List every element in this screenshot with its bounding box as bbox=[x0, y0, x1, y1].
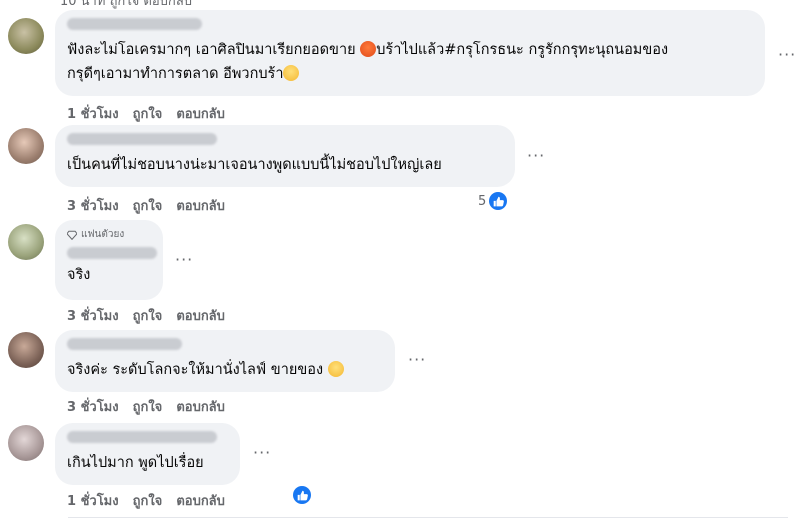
commenter-name-redacted[interactable] bbox=[67, 431, 217, 443]
comment-actions: 3 ชั่วโมง ถูกใจ ตอบกลับ bbox=[67, 396, 225, 417]
more-options-icon[interactable]: ··· bbox=[253, 443, 271, 462]
comment-bubble: เป็นคนที่ไม่ชอบนางน่ะมาเจอนางพูดแบบนี้ไม… bbox=[55, 125, 515, 187]
steam-face-emoji-icon bbox=[283, 65, 300, 81]
like-thumb-icon bbox=[293, 486, 311, 504]
like-button[interactable]: ถูกใจ bbox=[133, 305, 163, 326]
avatar[interactable] bbox=[8, 128, 44, 164]
reaction-count[interactable]: 5 bbox=[478, 192, 508, 210]
commenter-name-redacted[interactable] bbox=[67, 338, 182, 350]
avatar[interactable] bbox=[8, 18, 44, 54]
more-options-icon[interactable]: ··· bbox=[527, 146, 545, 165]
reply-button[interactable]: ตอบกลับ bbox=[176, 396, 225, 417]
timestamp[interactable]: 1 ชั่วโมง bbox=[67, 103, 119, 124]
like-button[interactable]: ถูกใจ bbox=[133, 490, 163, 511]
timestamp[interactable]: 3 ชั่วโมง bbox=[67, 195, 119, 216]
divider bbox=[68, 517, 788, 518]
avatar[interactable] bbox=[8, 332, 44, 368]
reply-button[interactable]: ตอบกลับ bbox=[176, 490, 225, 511]
more-options-icon[interactable]: ··· bbox=[778, 45, 796, 64]
comment-bubble: แฟนตัวยง จริง bbox=[55, 220, 163, 300]
commenter-name-redacted[interactable] bbox=[67, 247, 157, 259]
comment-actions: 3 ชั่วโมง ถูกใจ ตอบกลับ bbox=[67, 305, 225, 326]
reply-button[interactable]: ตอบกลับ bbox=[176, 195, 225, 216]
top-fan-badge[interactable]: แฟนตัวยง bbox=[67, 227, 151, 242]
comment-actions: 1 ชั่วโมง ถูกใจ ตอบกลับ bbox=[67, 490, 225, 511]
timestamp[interactable]: 3 ชั่วโมง bbox=[67, 396, 119, 417]
comment-text: เป็นคนที่ไม่ชอบนางน่ะมาเจอนางพูดแบบนี้ไม… bbox=[67, 157, 442, 173]
commenter-name-redacted[interactable] bbox=[67, 18, 202, 30]
like-button[interactable]: ถูกใจ bbox=[133, 396, 163, 417]
comment-text: จริงค่ะ ระดับโลกจะให้มานั่งไลฟ์ ขายของ bbox=[67, 358, 383, 382]
diamond-icon bbox=[67, 230, 77, 240]
like-button[interactable]: ถูกใจ bbox=[133, 195, 163, 216]
comment-actions: 1 ชั่วโมง ถูกใจ ตอบกลับ bbox=[67, 103, 225, 124]
reply-button[interactable]: ตอบกลับ bbox=[176, 305, 225, 326]
reaction-number: 5 bbox=[478, 193, 487, 209]
comment-bubble: จริงค่ะ ระดับโลกจะให้มานั่งไลฟ์ ขายของ bbox=[55, 330, 395, 392]
timestamp[interactable]: 3 ชั่วโมง bbox=[67, 305, 119, 326]
comment-text: เกินไปมาก พูดไปเรื่อย bbox=[67, 455, 204, 471]
comment-text: ฟังละไม่โอเครมากๆ เอาศิลปินมาเรียกยอดขาย… bbox=[67, 41, 669, 82]
angry-emoji-icon bbox=[360, 41, 377, 57]
comment-text: จริง bbox=[67, 267, 91, 283]
commenter-name-redacted[interactable] bbox=[67, 133, 217, 145]
like-button[interactable]: ถูกใจ bbox=[133, 103, 163, 124]
downcast-face-emoji-icon bbox=[327, 361, 344, 377]
badge-label: แฟนตัวยง bbox=[81, 229, 125, 240]
comment-bubble: เกินไปมาก พูดไปเรื่อย bbox=[55, 423, 240, 485]
avatar[interactable] bbox=[8, 224, 44, 260]
comment-actions: 3 ชั่วโมง ถูกใจ ตอบกลับ bbox=[67, 195, 225, 216]
comment-bubble: ฟังละไม่โอเครมากๆ เอาศิลปินมาเรียกยอดขาย… bbox=[55, 10, 765, 96]
more-options-icon[interactable]: ··· bbox=[408, 350, 426, 369]
reaction-count[interactable] bbox=[293, 486, 311, 504]
like-thumb-icon bbox=[489, 192, 508, 210]
reply-button[interactable]: ตอบกลับ bbox=[176, 103, 225, 124]
avatar[interactable] bbox=[8, 425, 44, 461]
timestamp[interactable]: 1 ชั่วโมง bbox=[67, 490, 119, 511]
more-options-icon[interactable]: ··· bbox=[175, 250, 193, 269]
